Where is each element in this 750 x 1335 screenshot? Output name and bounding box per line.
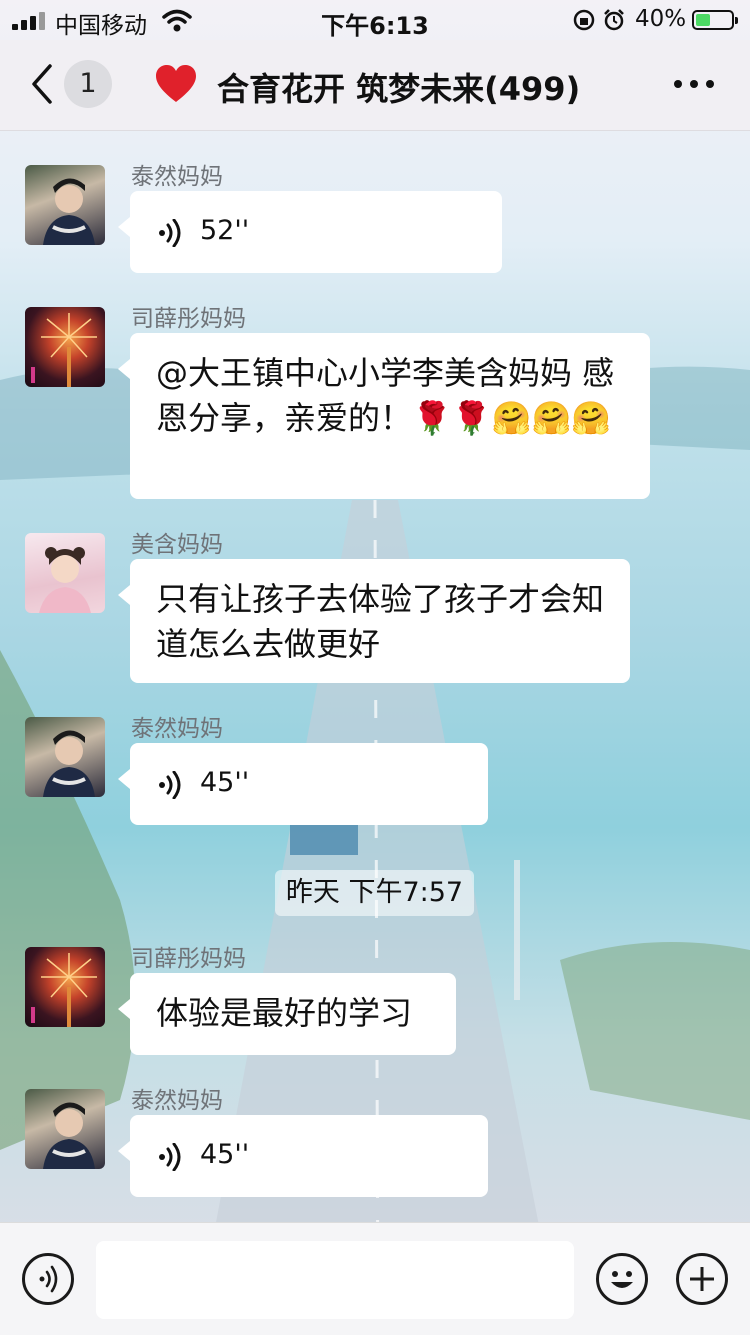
orientation-lock-icon	[573, 9, 595, 31]
heart-icon	[156, 65, 196, 102]
sender-name: 泰然妈妈	[131, 1088, 223, 1114]
back-chevron-icon[interactable]	[28, 62, 58, 106]
avatar[interactable]	[25, 717, 105, 797]
avatar[interactable]	[25, 165, 105, 245]
voice-wave-icon	[159, 219, 181, 247]
message-text: @大王镇中心小学李美含妈妈 感恩分享，亲爱的！🌹🌹🤗🤗🤗	[156, 354, 615, 437]
avatar[interactable]	[25, 947, 105, 1027]
message-text: 体验是最好的学习	[156, 994, 413, 1032]
sender-name: 司薛彤妈妈	[131, 306, 246, 332]
chat-title: 合育花开 筑梦未来(499)	[217, 70, 581, 108]
sender-name: 美含妈妈	[131, 532, 223, 558]
chat-input-bar	[0, 1222, 750, 1335]
chat-header: 1 合育花开 筑梦未来(499)	[0, 40, 750, 131]
voice-message-bubble[interactable]: 45''	[118, 743, 488, 825]
voice-wave-icon	[159, 771, 181, 799]
message-input[interactable]	[96, 1241, 574, 1319]
voice-duration: 52''	[200, 215, 250, 246]
voice-duration: 45''	[200, 767, 250, 798]
voice-wave-icon	[159, 1143, 181, 1171]
status-bar: 中国移动 下午6:13 40%	[0, 0, 750, 40]
voice-message-bubble[interactable]: 45''	[118, 1115, 488, 1197]
voice-input-icon[interactable]	[22, 1253, 74, 1305]
sender-name: 泰然妈妈	[131, 716, 223, 742]
sender-name: 泰然妈妈	[131, 164, 223, 190]
message-timestamp: 昨天 下午7:57	[275, 870, 474, 916]
avatar[interactable]	[25, 307, 105, 387]
battery-charging-icon	[692, 10, 738, 30]
alarm-icon	[604, 9, 624, 31]
emoji-icon[interactable]	[596, 1253, 648, 1305]
text-message-bubble[interactable]: @大王镇中心小学李美含妈妈 感恩分享，亲爱的！🌹🌹🤗🤗🤗	[118, 333, 650, 499]
battery-percent: 40%	[635, 6, 687, 32]
avatar[interactable]	[25, 533, 105, 613]
message-text: 只有让孩子去体验了孩子才会知道怎么去做更好	[156, 580, 605, 663]
sender-name: 司薛彤妈妈	[131, 946, 246, 972]
text-message-bubble[interactable]: 只有让孩子去体验了孩子才会知道怎么去做更好	[118, 559, 630, 683]
unread-count-badge[interactable]: 1	[64, 60, 112, 108]
text-message-bubble[interactable]: 体验是最好的学习	[118, 973, 456, 1055]
voice-message-bubble[interactable]: 52''	[118, 191, 502, 273]
more-icon[interactable]	[674, 80, 714, 90]
avatar[interactable]	[25, 1089, 105, 1169]
add-icon[interactable]	[676, 1253, 728, 1305]
voice-duration: 45''	[200, 1139, 250, 1170]
